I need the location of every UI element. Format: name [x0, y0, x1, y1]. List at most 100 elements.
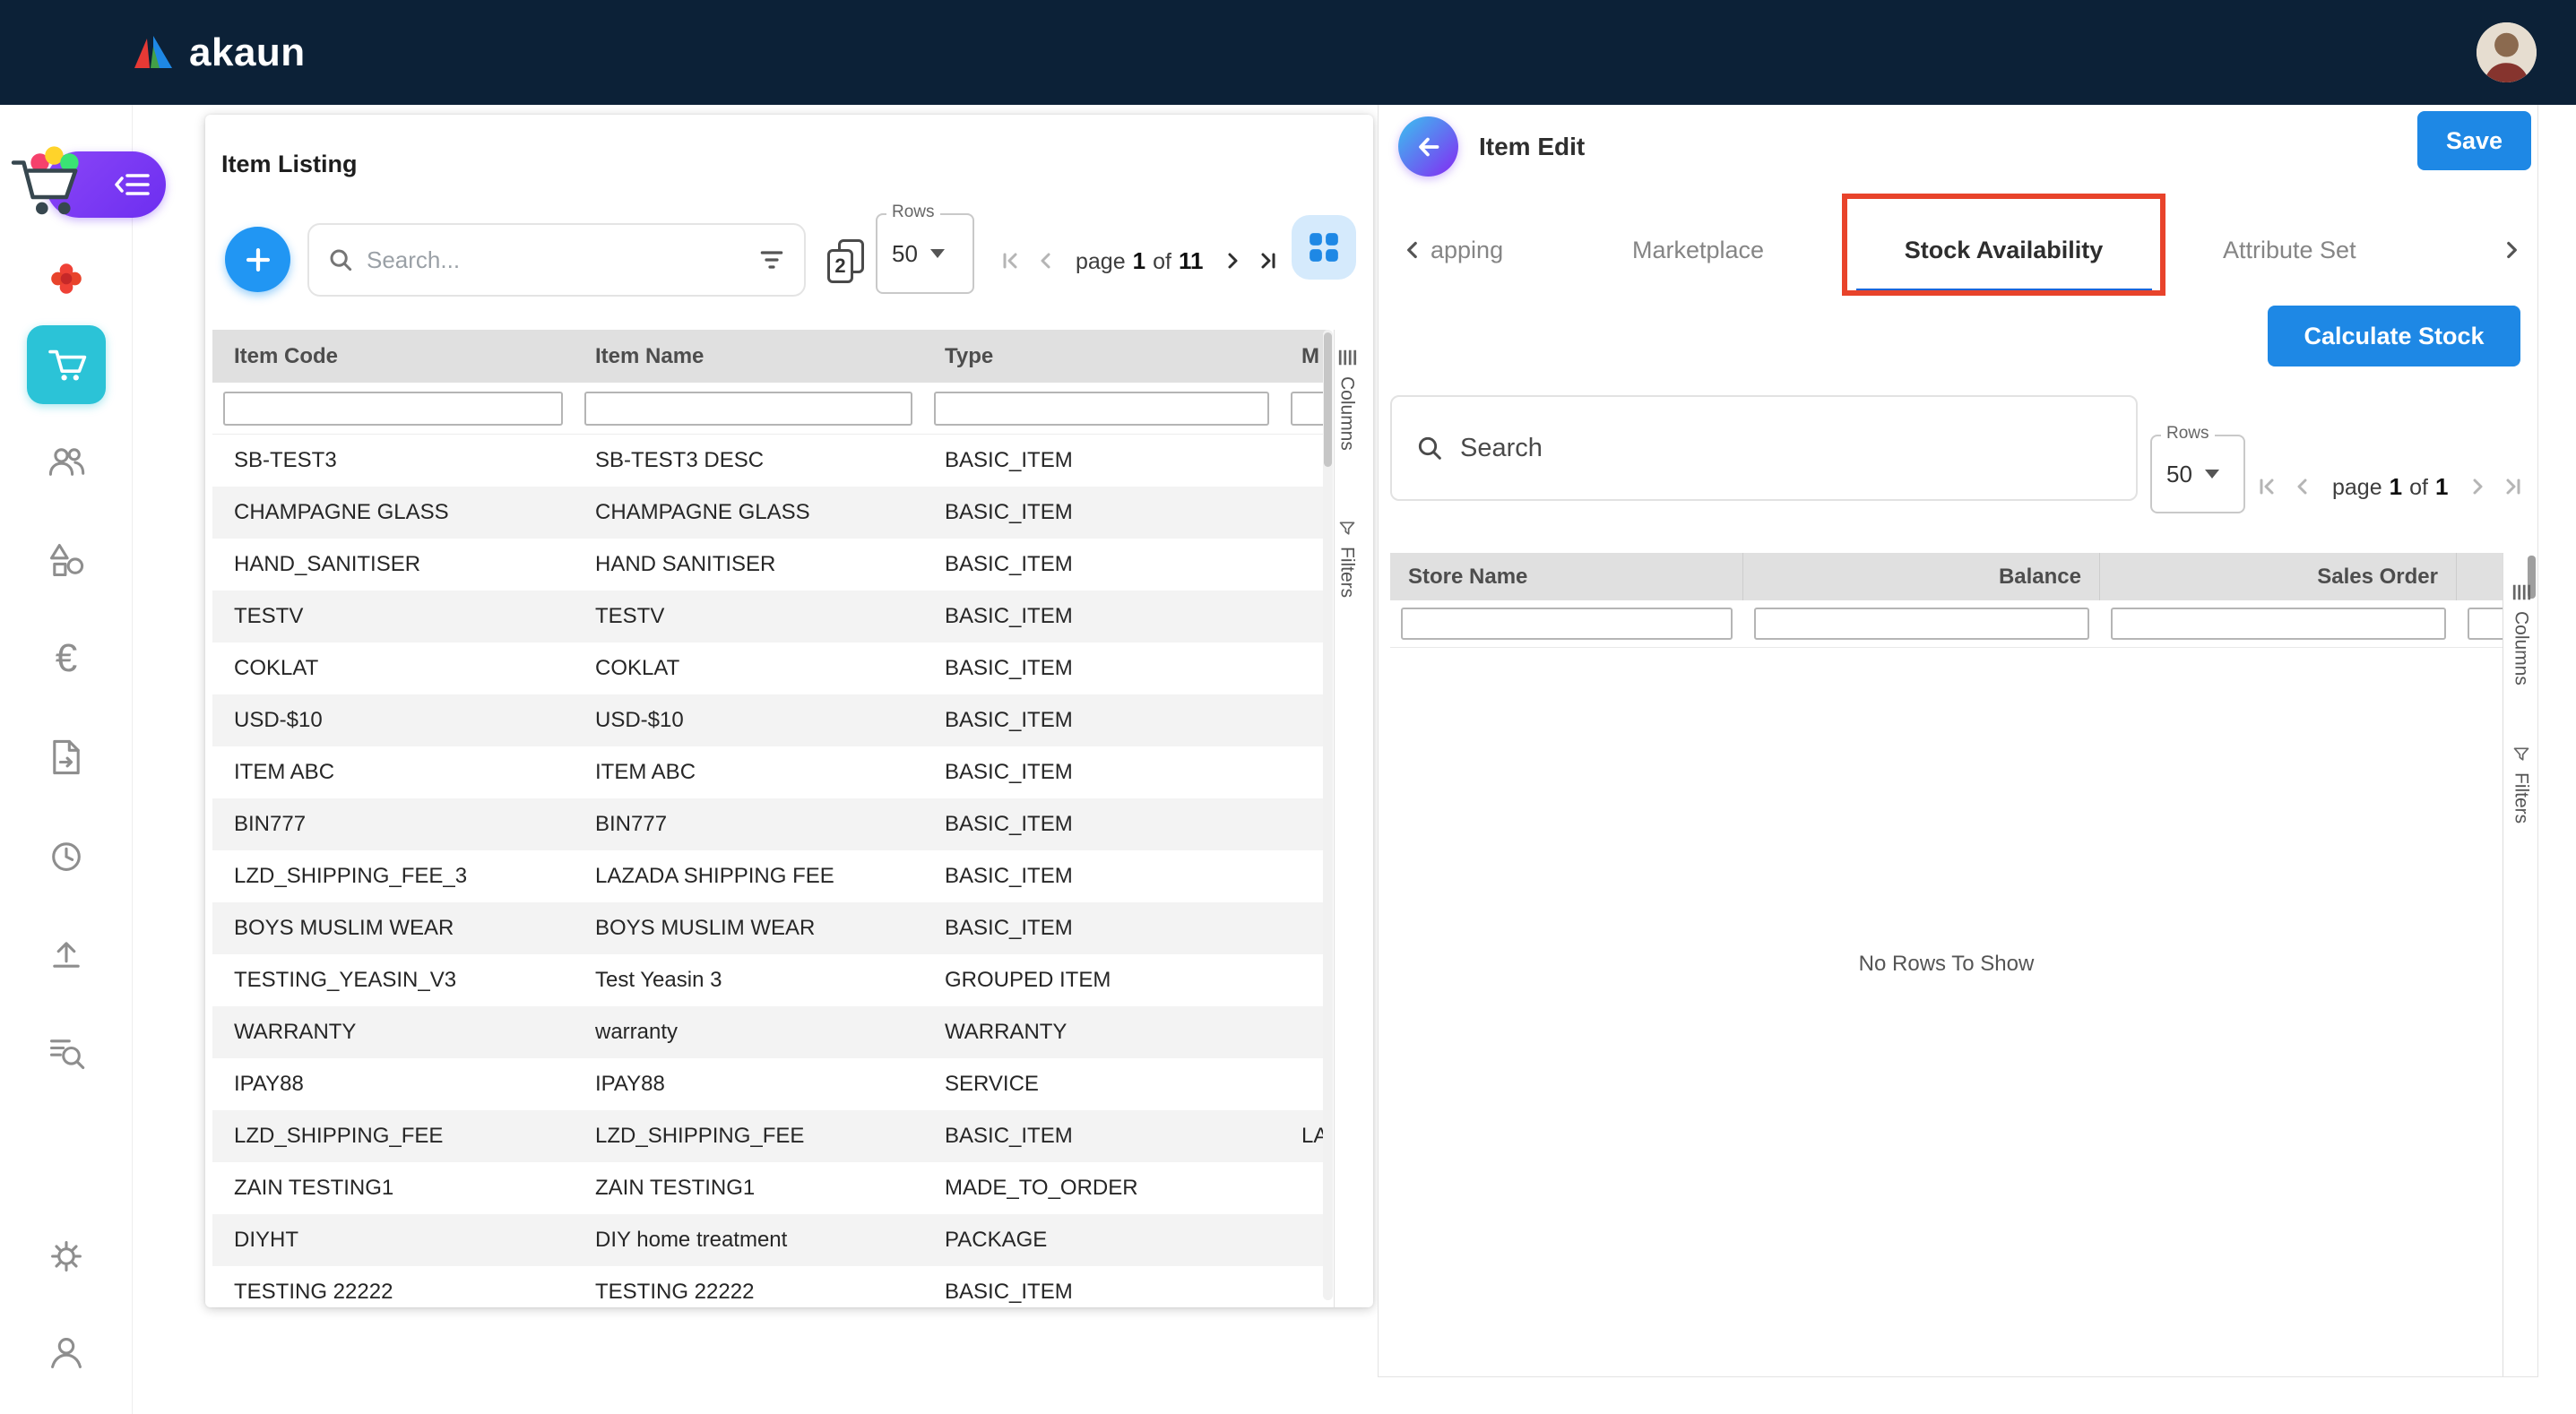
sidebar-item-contacts[interactable]	[46, 441, 87, 482]
columns-side-tab[interactable]: Columns	[2503, 582, 2538, 685]
search-input[interactable]	[367, 246, 745, 274]
first-page-button[interactable]	[998, 249, 1022, 272]
next-page-button[interactable]	[1221, 249, 1244, 272]
table-row[interactable]: USD-$10USD-$10BASIC_ITEM	[212, 694, 1328, 746]
filter-input-balance[interactable]	[1754, 608, 2089, 640]
table-row[interactable]: WARRANTYwarrantyWARRANTY	[212, 1006, 1328, 1058]
user-avatar[interactable]	[2477, 22, 2537, 82]
cell-extra	[1280, 902, 1328, 954]
save-button[interactable]: Save	[2417, 111, 2531, 170]
column-header-clipped[interactable]: M	[1280, 330, 1328, 383]
table-row[interactable]: ITEM ABCITEM ABCBASIC_ITEM	[212, 746, 1328, 798]
sidebar-item-document-export[interactable]	[46, 737, 87, 778]
prev-page-icon	[2291, 475, 2314, 498]
page-count-button[interactable]: 2	[827, 239, 869, 284]
cell-extra	[1280, 850, 1328, 902]
first-page-button[interactable]	[2255, 475, 2278, 498]
cell-type: BASIC_ITEM	[923, 746, 1280, 798]
pos-app-sticker[interactable]	[5, 137, 97, 227]
table-row[interactable]: ZAIN TESTING1ZAIN TESTING1MADE_TO_ORDER	[212, 1162, 1328, 1214]
stock-search-input[interactable]	[1460, 434, 2113, 463]
stock-pagination: page 1 of 1	[2255, 451, 2525, 522]
table-row[interactable]: CHAMPAGNE GLASSCHAMPAGNE GLASSBASIC_ITEM	[212, 487, 1328, 539]
sidebar-item-products[interactable]	[46, 539, 87, 581]
page-indicator: page 1 of 11	[1070, 247, 1208, 275]
columns-side-tab[interactable]: Columns	[1335, 348, 1359, 451]
table-row[interactable]: SB-TEST3SB-TEST3 DESCBASIC_ITEM	[212, 435, 1328, 487]
rows-value: 50	[892, 240, 918, 268]
column-header-store-name[interactable]: Store Name	[1390, 553, 1743, 600]
table-row[interactable]: LZD_SHIPPING_FEELZD_SHIPPING_FEEBASIC_IT…	[212, 1110, 1328, 1162]
back-button[interactable]	[1398, 116, 1458, 177]
add-item-button[interactable]	[225, 227, 290, 292]
cell-item-code: SB-TEST3	[212, 435, 574, 487]
table-row[interactable]: BOYS MUSLIM WEARBOYS MUSLIM WEARBASIC_IT…	[212, 902, 1328, 954]
tabs-scroll-right-button[interactable]	[2499, 205, 2524, 295]
table-row[interactable]: TESTVTESTVBASIC_ITEM	[212, 591, 1328, 642]
cell-extra	[1280, 1266, 1328, 1307]
filter-input-store-name[interactable]	[1401, 608, 1733, 640]
rows-per-page-select[interactable]: Rows 50	[876, 213, 974, 294]
stock-table: Store Name Balance Sales Order	[1390, 553, 2503, 648]
filter-list-icon[interactable]	[757, 246, 786, 274]
table-row[interactable]: DIYHTDIY home treatmentPACKAGE	[212, 1214, 1328, 1266]
prev-page-button[interactable]	[2291, 475, 2314, 498]
sidebar-item-currency[interactable]: €	[46, 638, 87, 679]
filter-input-item-name[interactable]	[584, 392, 912, 426]
sidebar-item-profile[interactable]	[46, 1332, 87, 1374]
item-edit-panel: Item Edit Save apping Marketplace Stock …	[1378, 105, 2538, 1377]
table-row[interactable]: BIN777BIN777BASIC_ITEM	[212, 798, 1328, 850]
column-header-item-name[interactable]: Item Name	[574, 330, 923, 383]
calculate-stock-button[interactable]: Calculate Stock	[2268, 306, 2520, 366]
column-header-item-code[interactable]: Item Code	[212, 330, 574, 383]
cell-item-code: USD-$10	[212, 694, 574, 746]
table-row[interactable]: LZD_SHIPPING_FEE_3LAZADA SHIPPING FEEBAS…	[212, 850, 1328, 902]
sidebar-item-history[interactable]	[46, 835, 87, 876]
first-page-icon	[2255, 475, 2278, 498]
search-icon	[327, 246, 354, 273]
prev-page-button[interactable]	[1034, 249, 1058, 272]
cell-item-name: SB-TEST3 DESC	[574, 435, 923, 487]
search-icon	[1415, 434, 1444, 462]
item-search-box	[307, 223, 806, 297]
top-navbar: akaun	[0, 0, 2576, 105]
sidebar-item-pos-active[interactable]	[27, 325, 106, 404]
filter-input-item-code[interactable]	[223, 392, 563, 426]
brand-logo: akaun	[132, 30, 306, 75]
column-header-balance[interactable]: Balance	[1743, 553, 2100, 600]
table-row[interactable]: IPAY88IPAY88SERVICE	[212, 1058, 1328, 1110]
filters-side-tab[interactable]: Filters	[2503, 746, 2538, 823]
tab-marketplace[interactable]: Marketplace	[1632, 205, 1764, 295]
cell-item-name: CHAMPAGNE GLASS	[574, 487, 923, 539]
filter-input-clipped[interactable]	[2468, 608, 2503, 640]
last-page-button[interactable]	[2502, 475, 2525, 498]
cell-type: BASIC_ITEM	[923, 435, 1280, 487]
cell-extra	[1280, 1162, 1328, 1214]
scrollbar-thumb[interactable]	[1324, 332, 1332, 467]
filter-input-sales-order[interactable]	[2111, 608, 2446, 640]
sidebar-item-red-app[interactable]	[46, 258, 87, 299]
cell-type: SERVICE	[923, 1058, 1280, 1110]
table-row[interactable]: TESTING 22222TESTING 22222BASIC_ITEM	[212, 1266, 1328, 1307]
table-row[interactable]: TESTING_YEASIN_V3Test Yeasin 3GROUPED IT…	[212, 954, 1328, 1006]
cart-icon	[45, 343, 88, 386]
column-header-type[interactable]: Type	[923, 330, 1280, 383]
column-header-sales-order[interactable]: Sales Order	[2100, 553, 2457, 600]
tab-stock-availability[interactable]: Stock Availability	[1842, 205, 2165, 295]
tabs-scroll-left-button[interactable]	[1400, 205, 1425, 295]
table-row[interactable]: COKLATCOKLATBASIC_ITEM	[212, 642, 1328, 694]
sidebar-item-settings[interactable]	[46, 1236, 87, 1277]
tab-attribute-set[interactable]: Attribute Set	[2223, 205, 2356, 295]
last-page-button[interactable]	[1257, 249, 1280, 272]
cell-item-code: ZAIN TESTING1	[212, 1162, 574, 1214]
filters-side-tab[interactable]: Filters	[1335, 520, 1359, 598]
table-row[interactable]: HAND_SANITISERHAND SANITISERBASIC_ITEM	[212, 539, 1328, 591]
sidebar-item-audit-search[interactable]	[46, 1032, 87, 1073]
stock-rows-per-page-select[interactable]: Rows 50	[2150, 435, 2245, 513]
filter-input-type[interactable]	[934, 392, 1269, 426]
sidebar-item-upload[interactable]	[46, 934, 87, 975]
tab-mapping[interactable]: apping	[1431, 205, 1503, 295]
grid-view-button[interactable]	[1292, 215, 1356, 280]
next-page-button[interactable]	[2466, 475, 2489, 498]
rows-value: 50	[2166, 461, 2192, 488]
